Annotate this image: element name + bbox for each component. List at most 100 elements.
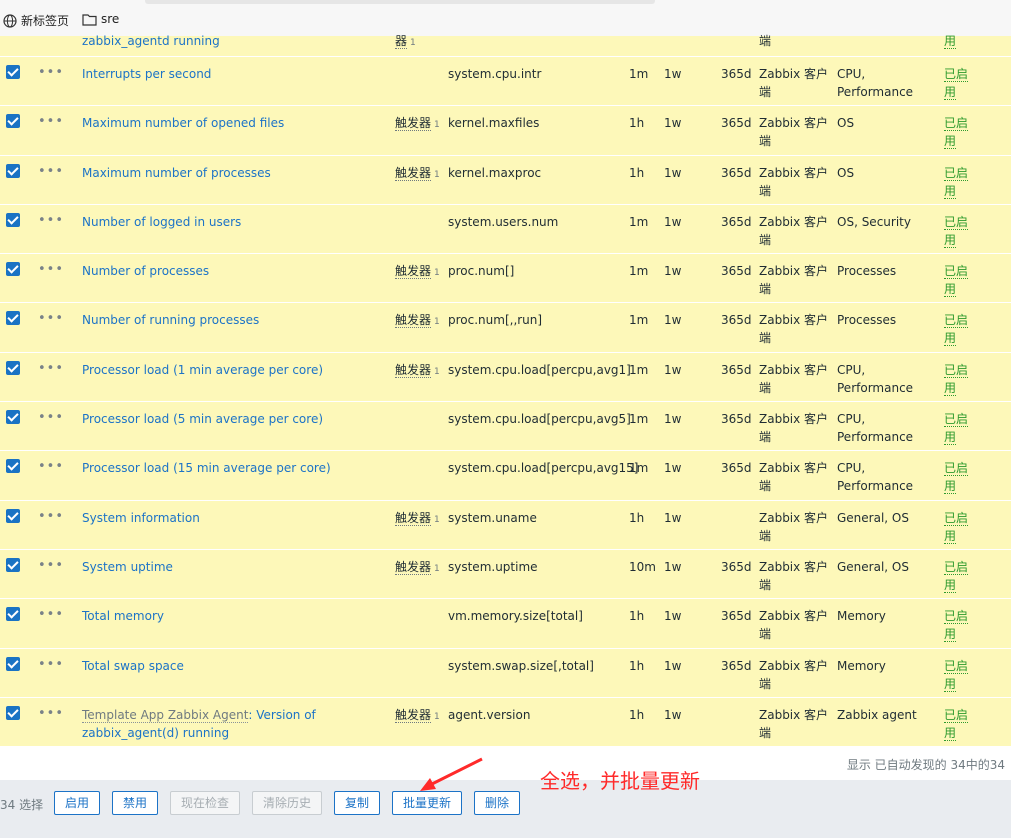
- row-checkbox[interactable]: [6, 557, 20, 572]
- item-name-link[interactable]: Total memory: [82, 607, 387, 625]
- status-link[interactable]: 已启用: [944, 114, 974, 150]
- row-menu-icon[interactable]: •••: [38, 607, 64, 622]
- row-checkbox[interactable]: [6, 212, 20, 227]
- item-name-link[interactable]: Number of running processes: [82, 311, 387, 329]
- row-menu-icon[interactable]: •••: [38, 706, 64, 721]
- trigger-link[interactable]: 触发器 1: [395, 114, 445, 134]
- row-checkbox[interactable]: [6, 114, 20, 129]
- status-link[interactable]: 已启用: [944, 361, 974, 397]
- item-name-link[interactable]: System uptime: [82, 558, 387, 576]
- row-checkbox[interactable]: [6, 262, 20, 277]
- trigger-link[interactable]: 触发器 1: [395, 262, 445, 282]
- status-link[interactable]: 用: [944, 32, 974, 50]
- item-interval: 1h: [629, 658, 645, 673]
- table-row: ••• Template App Zabbix Agent: Version of…: [0, 697, 1011, 748]
- item-name-link[interactable]: Interrupts per second: [82, 65, 387, 83]
- status-link[interactable]: 已启用: [944, 509, 974, 545]
- status-label: 已启用: [944, 116, 969, 150]
- status-link[interactable]: 已启用: [944, 607, 974, 643]
- status-link[interactable]: 已启用: [944, 164, 974, 200]
- trigger-link[interactable]: 触发器 1: [395, 311, 445, 331]
- trigger-link[interactable]: 触发器 1: [395, 558, 445, 578]
- row-menu-icon[interactable]: •••: [38, 164, 64, 179]
- status-link[interactable]: 已启用: [944, 410, 974, 446]
- row-checkbox[interactable]: [6, 65, 20, 79]
- items-table: zabbix_agentd running 器1 端 用 ••• Interrup…: [0, 34, 1011, 748]
- item-name-link[interactable]: Number of logged in users: [82, 213, 387, 231]
- row-menu-icon[interactable]: •••: [38, 311, 64, 326]
- status-link[interactable]: 已启用: [944, 213, 974, 249]
- delete-button[interactable]: 删除: [474, 791, 521, 815]
- row-menu-icon[interactable]: •••: [38, 509, 64, 524]
- action-footer: 34 选择 启用 禁用 现在检查 清除历史 复制 批量更新 删除: [0, 780, 1011, 838]
- item-name-link[interactable]: Template App Zabbix Agent: Version of za…: [82, 706, 387, 742]
- enable-button[interactable]: 启用: [54, 791, 101, 815]
- row-menu-icon[interactable]: •••: [38, 65, 64, 80]
- item-type: Zabbix 客户端: [759, 461, 829, 494]
- trigger-link[interactable]: 触发器 1: [395, 164, 445, 184]
- item-interval: 1m: [629, 67, 649, 81]
- row-checkbox[interactable]: [6, 410, 20, 425]
- row-checkbox[interactable]: [6, 163, 20, 178]
- bookmark-label: 新标签页: [21, 14, 70, 28]
- item-trends: 365d: [721, 313, 752, 328]
- status-link[interactable]: 已启用: [944, 657, 974, 693]
- row-menu-icon[interactable]: •••: [38, 361, 64, 376]
- trigger-link[interactable]: 触发器 1: [395, 706, 445, 726]
- row-menu-icon[interactable]: •••: [38, 558, 64, 573]
- mass-update-button[interactable]: 批量更新: [392, 791, 463, 815]
- item-trends: 365d: [721, 658, 752, 673]
- status-link[interactable]: 已启用: [944, 262, 974, 298]
- item-name-text: Number of running processes: [82, 313, 260, 328]
- item-name-text: Number of logged in users: [82, 214, 242, 229]
- item-name-link[interactable]: zabbix_agentd running: [82, 32, 387, 50]
- item-name-link[interactable]: Processor load (15 min average per core): [82, 459, 387, 477]
- status-link[interactable]: 已启用: [944, 311, 974, 347]
- row-menu-icon[interactable]: •••: [38, 262, 64, 277]
- disable-button[interactable]: 禁用: [112, 791, 159, 815]
- row-menu-icon[interactable]: •••: [38, 213, 64, 228]
- row-menu-icon[interactable]: •••: [38, 410, 64, 425]
- trigger-count: 1: [434, 268, 440, 279]
- item-name-link[interactable]: System information: [82, 509, 387, 527]
- template-link[interactable]: Template App Zabbix Agent: [82, 707, 249, 723]
- selected-count: 34 选择: [0, 798, 44, 812]
- copy-button[interactable]: 复制: [334, 791, 381, 815]
- clear-history-button[interactable]: 清除历史: [252, 791, 323, 815]
- summary-text: 显示 已自动发现的 34中的34: [846, 758, 1005, 772]
- row-menu-icon[interactable]: •••: [38, 459, 64, 474]
- trigger-link[interactable]: 器1: [395, 32, 445, 52]
- globe-icon: [3, 13, 17, 28]
- folder-icon: [82, 13, 97, 26]
- item-name-link[interactable]: Maximum number of opened files: [82, 114, 387, 132]
- row-checkbox[interactable]: [6, 656, 20, 671]
- row-menu-icon[interactable]: •••: [38, 114, 64, 129]
- item-name-link[interactable]: Processor load (5 min average per core): [82, 410, 387, 428]
- row-checkbox[interactable]: [6, 459, 20, 474]
- row-checkbox[interactable]: [6, 311, 20, 326]
- status-link[interactable]: 已启用: [944, 65, 974, 101]
- item-name-link[interactable]: Maximum number of processes: [82, 164, 387, 182]
- trigger-link[interactable]: 触发器 1: [395, 509, 445, 529]
- table-row: ••• Number of processes 触发器 1 proc.num[] 1m 1w…: [0, 254, 1011, 304]
- row-checkbox[interactable]: [6, 607, 20, 622]
- item-name-link[interactable]: Total swap space: [82, 657, 387, 675]
- row-checkbox[interactable]: [6, 360, 20, 375]
- row-checkbox[interactable]: [6, 705, 20, 720]
- status-link[interactable]: 已启用: [944, 706, 974, 742]
- table-row: ••• Processor load (15 min average per co…: [0, 451, 1011, 501]
- item-name-text: Number of processes: [82, 264, 210, 279]
- item-applications: CPU, Performance: [837, 461, 914, 494]
- status-link[interactable]: 已启用: [944, 459, 974, 495]
- check-now-button[interactable]: 现在检查: [170, 791, 241, 815]
- row-checkbox[interactable]: [6, 508, 20, 523]
- item-name-text: Processor load (1 min average per core): [82, 362, 324, 377]
- table-row: ••• Total swap space system.swap.size[,tot…: [0, 648, 1011, 698]
- item-name-link[interactable]: Processor load (1 min average per core): [82, 361, 387, 379]
- bookmark-new-tab[interactable]: 新标签页: [3, 12, 69, 29]
- trigger-link[interactable]: 触发器 1: [395, 361, 445, 381]
- item-name-link[interactable]: Number of processes: [82, 262, 387, 280]
- status-link[interactable]: 已启用: [944, 558, 974, 594]
- bookmark-sre[interactable]: sre: [82, 12, 119, 26]
- row-menu-icon[interactable]: •••: [38, 657, 64, 672]
